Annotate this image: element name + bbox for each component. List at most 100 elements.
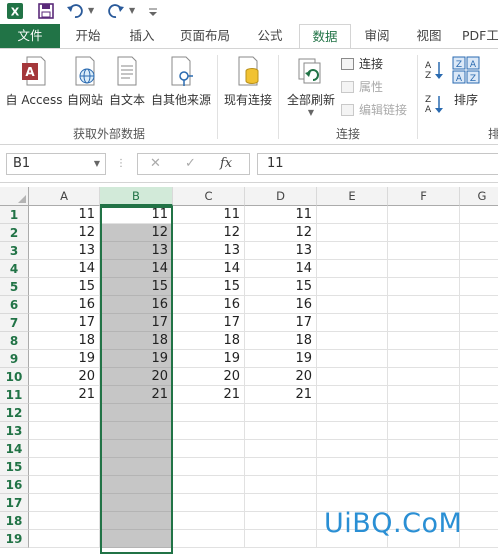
cell-e11[interactable] — [317, 386, 388, 404]
cell-a6[interactable]: 16 — [29, 296, 100, 314]
cell-a4[interactable]: 14 — [29, 260, 100, 278]
cell-b9[interactable]: 19 — [100, 350, 173, 368]
cell-f8[interactable] — [388, 332, 460, 350]
cell-e6[interactable] — [317, 296, 388, 314]
cell-d18[interactable] — [245, 512, 317, 530]
cell-d2[interactable]: 12 — [245, 224, 317, 242]
cell-a1[interactable]: 11 — [29, 206, 100, 224]
sort-button[interactable]: ZAAZ 排序 — [448, 55, 484, 108]
cell-c17[interactable] — [173, 494, 245, 512]
select-all-button[interactable] — [0, 187, 29, 206]
cell-f5[interactable] — [388, 278, 460, 296]
cell-g3[interactable] — [460, 242, 498, 260]
save-icon[interactable] — [37, 2, 55, 20]
cell-b13[interactable] — [100, 422, 173, 440]
cell-d14[interactable] — [245, 440, 317, 458]
cell-c14[interactable] — [173, 440, 245, 458]
cell-b11[interactable]: 21 — [100, 386, 173, 404]
cell-a19[interactable] — [29, 530, 100, 548]
tab-insert[interactable]: 插入 — [118, 24, 166, 48]
cell-f9[interactable] — [388, 350, 460, 368]
row-header[interactable]: 7 — [0, 314, 29, 332]
cancel-icon[interactable]: ✕ — [150, 154, 161, 174]
tab-review[interactable]: 审阅 — [354, 24, 400, 48]
cell-e7[interactable] — [317, 314, 388, 332]
tab-formulas[interactable]: 公式 — [244, 24, 296, 48]
cell-b14[interactable] — [100, 440, 173, 458]
cell-b16[interactable] — [100, 476, 173, 494]
sort-ascending-button[interactable]: AZ — [424, 59, 446, 81]
cell-a14[interactable] — [29, 440, 100, 458]
cell-e1[interactable] — [317, 206, 388, 224]
tab-data[interactable]: 数据 — [299, 24, 351, 49]
cell-f3[interactable] — [388, 242, 460, 260]
cell-c6[interactable]: 16 — [173, 296, 245, 314]
cell-e4[interactable] — [317, 260, 388, 278]
cell-e13[interactable] — [317, 422, 388, 440]
cell-g10[interactable] — [460, 368, 498, 386]
cell-b6[interactable]: 16 — [100, 296, 173, 314]
cell-g4[interactable] — [460, 260, 498, 278]
cell-g14[interactable] — [460, 440, 498, 458]
row-header[interactable]: 8 — [0, 332, 29, 350]
cell-c16[interactable] — [173, 476, 245, 494]
cell-c19[interactable] — [173, 530, 245, 548]
cell-e3[interactable] — [317, 242, 388, 260]
cell-a15[interactable] — [29, 458, 100, 476]
cell-d9[interactable]: 19 — [245, 350, 317, 368]
cell-f13[interactable] — [388, 422, 460, 440]
connections-button[interactable]: 连接 — [341, 55, 383, 73]
cell-d7[interactable]: 17 — [245, 314, 317, 332]
cell-d1[interactable]: 11 — [245, 206, 317, 224]
cell-d13[interactable] — [245, 422, 317, 440]
row-header[interactable]: 10 — [0, 368, 29, 386]
cell-d19[interactable] — [245, 530, 317, 548]
cell-b8[interactable]: 18 — [100, 332, 173, 350]
name-box[interactable]: B1 ▼ — [6, 153, 106, 175]
cell-b12[interactable] — [100, 404, 173, 422]
column-header-b[interactable]: B — [100, 187, 173, 206]
row-header[interactable]: 13 — [0, 422, 29, 440]
cell-g2[interactable] — [460, 224, 498, 242]
cell-e12[interactable] — [317, 404, 388, 422]
cell-c11[interactable]: 21 — [173, 386, 245, 404]
cell-d8[interactable]: 18 — [245, 332, 317, 350]
cell-b5[interactable]: 15 — [100, 278, 173, 296]
cell-d16[interactable] — [245, 476, 317, 494]
column-header-g[interactable]: G — [460, 187, 498, 206]
cell-g6[interactable] — [460, 296, 498, 314]
cell-f16[interactable] — [388, 476, 460, 494]
column-header-c[interactable]: C — [173, 187, 245, 206]
redo-icon[interactable] — [107, 2, 125, 20]
row-header[interactable]: 15 — [0, 458, 29, 476]
row-header[interactable]: 16 — [0, 476, 29, 494]
cell-b18[interactable] — [100, 512, 173, 530]
cell-d5[interactable]: 15 — [245, 278, 317, 296]
cell-c18[interactable] — [173, 512, 245, 530]
cell-a5[interactable]: 15 — [29, 278, 100, 296]
cell-c7[interactable]: 17 — [173, 314, 245, 332]
cell-a2[interactable]: 12 — [29, 224, 100, 242]
cell-g17[interactable] — [460, 494, 498, 512]
cell-e2[interactable] — [317, 224, 388, 242]
tab-page-layout[interactable]: 页面布局 — [172, 24, 238, 48]
insert-function-icon[interactable]: fx — [220, 154, 232, 174]
enter-icon[interactable]: ✓ — [185, 154, 196, 174]
from-other-sources-button[interactable]: 自其他来源 — [149, 55, 213, 108]
existing-connections-button[interactable]: 现有连接 — [222, 55, 274, 108]
cell-c4[interactable]: 14 — [173, 260, 245, 278]
row-header[interactable]: 1 — [0, 206, 29, 224]
cell-d11[interactable]: 21 — [245, 386, 317, 404]
cell-g1[interactable] — [460, 206, 498, 224]
excel-icon[interactable]: X — [6, 2, 24, 20]
formula-bar-splitter-icon[interactable]: ⋮ — [116, 153, 126, 175]
cell-g18[interactable] — [460, 512, 498, 530]
cell-c10[interactable]: 20 — [173, 368, 245, 386]
cell-b1[interactable]: 11 — [100, 206, 173, 224]
tab-home[interactable]: 开始 — [64, 24, 112, 48]
row-header[interactable]: 11 — [0, 386, 29, 404]
redo-dropdown-icon[interactable]: ▼ — [129, 6, 135, 15]
cell-c8[interactable]: 18 — [173, 332, 245, 350]
cell-g7[interactable] — [460, 314, 498, 332]
from-access-button[interactable]: A 自 Access — [4, 55, 64, 108]
